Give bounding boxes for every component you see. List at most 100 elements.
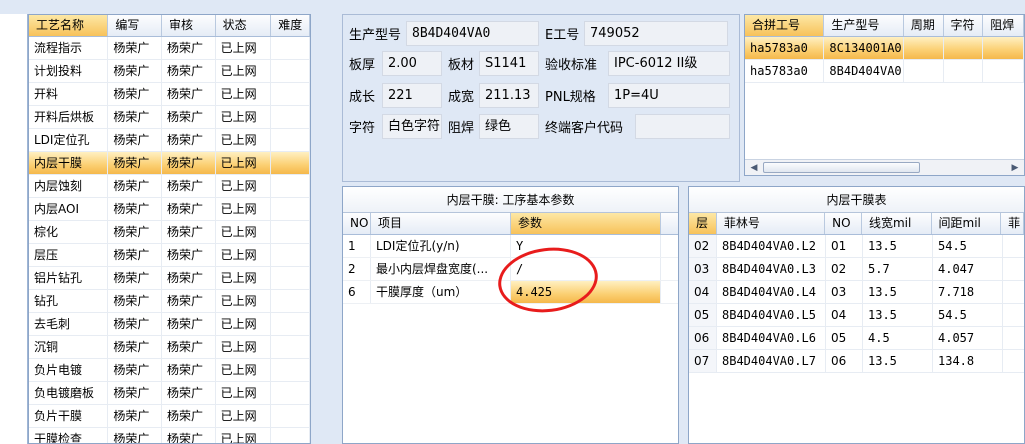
- scroll-thumb[interactable]: [763, 162, 920, 173]
- status-cell: 已上网: [216, 359, 272, 381]
- standard-field[interactable]: IPC-6012 II级: [608, 50, 730, 76]
- col-author[interactable]: 编写: [108, 15, 163, 36]
- process-row[interactable]: 内层蚀刻 杨荣广 杨荣广 已上网: [29, 175, 310, 198]
- joint-grid-body: ha5783a0 8C134001A0 ha5783a0 8B4D404VA0: [745, 37, 1024, 83]
- char-label: 字符: [349, 120, 376, 136]
- layer-no-cell: 06: [826, 350, 863, 372]
- col-difficulty[interactable]: 难度: [271, 15, 310, 36]
- mask-label: 阻焊: [448, 120, 475, 136]
- layer-row[interactable]: 07 8B4D404VA0.L7 06 13.5 134.8: [689, 350, 1024, 373]
- param-row[interactable]: 2 最小内层焊盘宽度(... /: [343, 258, 678, 281]
- length-field[interactable]: 221: [382, 82, 442, 108]
- col-param-value[interactable]: 参数: [511, 213, 661, 234]
- reviewer-cell: 杨荣广: [162, 382, 216, 404]
- col-param-item[interactable]: 项目: [371, 213, 511, 234]
- col-layer-no[interactable]: NO: [825, 213, 862, 234]
- param-row[interactable]: 6 干膜厚度（um） 4.425: [343, 281, 678, 304]
- product-model-field[interactable]: 8B4D404VA0: [406, 20, 539, 46]
- col-reviewer[interactable]: 审核: [162, 15, 216, 36]
- process-row[interactable]: 负片电镀 杨荣广 杨荣广 已上网: [29, 359, 310, 382]
- inner-dryfilm-table-panel: 内层干膜表 层 菲林号 NO 线宽mil 间距mil 菲 02 8B4D404VA…: [688, 186, 1025, 444]
- process-row[interactable]: 沉铜 杨荣广 杨荣广 已上网: [29, 336, 310, 359]
- layer-cell: 02: [689, 235, 717, 257]
- joint-row[interactable]: ha5783a0 8C134001A0: [745, 37, 1024, 60]
- joint-row[interactable]: ha5783a0 8B4D404VA0: [745, 60, 1024, 83]
- author-cell: 杨荣广: [108, 359, 163, 381]
- layer-row[interactable]: 05 8B4D404VA0.L5 04 13.5 54.5: [689, 304, 1024, 327]
- author-cell: 杨荣广: [108, 336, 163, 358]
- reviewer-cell: 杨荣广: [162, 83, 216, 105]
- author-cell: 杨荣广: [108, 37, 163, 59]
- process-row[interactable]: 层压 杨荣广 杨荣广 已上网: [29, 244, 310, 267]
- line-width-cell: 13.5: [863, 350, 933, 372]
- col-layer[interactable]: 层: [689, 213, 717, 234]
- author-cell: 杨荣广: [108, 129, 163, 151]
- col-joint-char[interactable]: 字符: [944, 15, 984, 36]
- col-joint-no[interactable]: 合拼工号: [745, 15, 825, 36]
- status-cell: 已上网: [216, 152, 272, 174]
- process-row[interactable]: 开料后烘板 杨荣广 杨荣广 已上网: [29, 106, 310, 129]
- col-joint-mask[interactable]: 阻焊: [983, 15, 1024, 36]
- joint-model-cell: 8B4D404VA0: [824, 60, 904, 82]
- difficulty-cell: [271, 106, 310, 128]
- process-row[interactable]: 流程指示 杨荣广 杨荣广 已上网: [29, 37, 310, 60]
- layer-row[interactable]: 02 8B4D404VA0.L2 01 13.5 54.5: [689, 235, 1024, 258]
- param-row[interactable]: 1 LDI定位孔(y/n) Y: [343, 235, 678, 258]
- process-row[interactable]: 负电镀磨板 杨荣广 杨荣广 已上网: [29, 382, 310, 405]
- process-name-cell: 负片干膜: [29, 405, 109, 427]
- layer-no-cell: 02: [826, 258, 863, 280]
- line-width-cell: 13.5: [863, 304, 933, 326]
- col-status[interactable]: 状态: [216, 15, 272, 36]
- author-cell: 杨荣广: [108, 405, 163, 427]
- joint-grid-header: 合拼工号 生产型号 周期 字符 阻焊: [745, 15, 1024, 37]
- process-list-grid[interactable]: 工艺名称 编写 审核 状态 难度 流程指示 杨荣广 杨荣广 已上网 计划投料 杨荣广 杨荣广…: [28, 14, 311, 444]
- layer-no-cell: 03: [826, 281, 863, 303]
- joint-job-grid[interactable]: 合拼工号 生产型号 周期 字符 阻焊 ha5783a0 8C134001A0 ha5…: [744, 14, 1025, 176]
- line-width-cell: 4.5: [863, 327, 933, 349]
- spacing-cell: 4.057: [933, 327, 1003, 349]
- process-row[interactable]: 去毛刺 杨荣广 杨荣广 已上网: [29, 313, 310, 336]
- reviewer-cell: 杨荣广: [162, 37, 216, 59]
- joint-horizontal-scrollbar[interactable]: ◀ ▶: [745, 159, 1024, 175]
- scroll-left-icon[interactable]: ◀: [746, 160, 762, 175]
- char-field[interactable]: 白色字符: [382, 113, 442, 139]
- process-row[interactable]: LDI定位孔 杨荣广 杨荣广 已上网: [29, 129, 310, 152]
- col-process-name[interactable]: 工艺名称: [29, 15, 109, 36]
- line-width-cell: 13.5: [863, 235, 933, 257]
- difficulty-cell: [271, 313, 310, 335]
- col-joint-cycle[interactable]: 周期: [904, 15, 944, 36]
- scroll-right-icon[interactable]: ▶: [1007, 160, 1023, 175]
- process-row[interactable]: 内层AOI 杨荣广 杨荣广 已上网: [29, 198, 310, 221]
- width-field[interactable]: 211.13: [479, 82, 539, 108]
- mask-field[interactable]: 绿色: [479, 113, 539, 139]
- difficulty-cell: [271, 336, 310, 358]
- process-row[interactable]: 钻孔 杨荣广 杨荣广 已上网: [29, 290, 310, 313]
- col-param-no[interactable]: NO: [343, 213, 371, 234]
- col-line-width[interactable]: 线宽mil: [862, 213, 932, 234]
- process-row[interactable]: 铝片钻孔 杨荣广 杨荣广 已上网: [29, 267, 310, 290]
- thickness-field[interactable]: 2.00: [382, 50, 442, 76]
- process-row[interactable]: 干膜检查 杨荣广 杨荣广 已上网: [29, 428, 310, 443]
- layer-no-cell: 05: [826, 327, 863, 349]
- info-row-4: 字符 白色字符 阻焊 绿色 终端客户代码: [343, 113, 730, 139]
- material-field[interactable]: S1141: [479, 50, 539, 76]
- e-no-field[interactable]: 749052: [584, 20, 728, 46]
- layer-row[interactable]: 06 8B4D404VA0.L6 05 4.5 4.057: [689, 327, 1024, 350]
- col-film-extra[interactable]: 菲: [1001, 213, 1024, 234]
- layer-row[interactable]: 04 8B4D404VA0.L4 03 13.5 7.718: [689, 281, 1024, 304]
- col-joint-model[interactable]: 生产型号: [824, 15, 904, 36]
- layer-row[interactable]: 03 8B4D404VA0.L3 02 5.7 4.047: [689, 258, 1024, 281]
- customer-field[interactable]: [635, 113, 730, 139]
- process-row[interactable]: 计划投料 杨荣广 杨荣广 已上网: [29, 60, 310, 83]
- col-spacing[interactable]: 间距mil: [932, 213, 1002, 234]
- difficulty-cell: [271, 405, 310, 427]
- process-row[interactable]: 棕化 杨荣广 杨荣广 已上网: [29, 221, 310, 244]
- status-cell: 已上网: [216, 83, 272, 105]
- process-row[interactable]: 负片干膜 杨荣广 杨荣广 已上网: [29, 405, 310, 428]
- process-row[interactable]: 开料 杨荣广 杨荣广 已上网: [29, 83, 310, 106]
- difficulty-cell: [271, 382, 310, 404]
- process-row[interactable]: 内层干膜 杨荣广 杨荣广 已上网: [29, 152, 310, 175]
- col-film-no[interactable]: 菲林号: [717, 213, 826, 234]
- pnl-field[interactable]: 1P=4U: [608, 82, 730, 108]
- difficulty-cell: [271, 129, 310, 151]
